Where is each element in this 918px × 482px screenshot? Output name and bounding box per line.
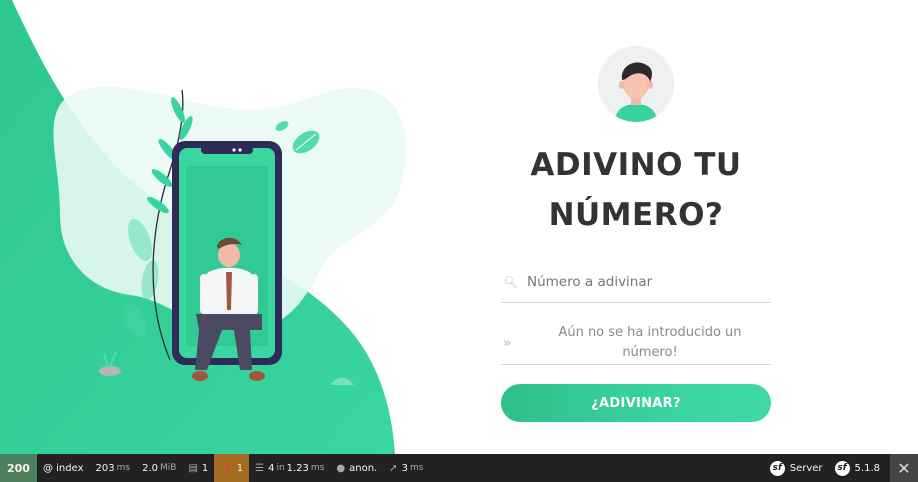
version-item[interactable]: sf 5.1.8 <box>829 454 886 482</box>
server-item[interactable]: sf Server <box>764 454 829 482</box>
close-icon[interactable]: ✕ <box>890 454 918 482</box>
memory-item[interactable]: 2.0 MiB <box>136 454 182 482</box>
guess-button[interactable]: ¿ADIVINAR? <box>501 384 771 422</box>
version-label: 5.1.8 <box>854 462 880 474</box>
time-value: 203 <box>95 462 115 474</box>
route-item[interactable]: @ index <box>37 454 90 482</box>
ajax-item[interactable]: ➚ 3 ms <box>383 454 429 482</box>
page-title: ADIVINO TU NÚMERO? <box>530 147 742 233</box>
debug-toolbar: 200 @ index 203 ms 2.0 MiB ▤ 1 ❗ 1 ☰ 4 i… <box>0 454 918 482</box>
route-label: @ index <box>42 462 84 474</box>
search-icon: 🔍︎ <box>503 275 519 289</box>
memory-unit: MiB <box>159 463 177 473</box>
user-item[interactable]: ● anon. <box>330 454 383 482</box>
login-page: ADIVINO TU NÚMERO? 🔍︎ » Aún no se ha int… <box>0 0 918 454</box>
server-label: Server <box>789 462 823 474</box>
logs-count: 1 <box>201 462 209 474</box>
memory-value: 2.0 <box>142 462 158 474</box>
logs-item[interactable]: ▤ 1 <box>182 454 214 482</box>
time-item[interactable]: 203 ms <box>90 454 137 482</box>
ajax-value: 3 <box>401 462 408 474</box>
twig-value: 4 <box>268 462 275 474</box>
twig-time: 1.23 <box>286 462 309 474</box>
avatar <box>598 46 674 122</box>
user-avatar-icon <box>598 46 674 122</box>
ajax-unit: ms <box>410 463 424 473</box>
warnings-count: 1 <box>236 462 244 474</box>
number-input[interactable] <box>527 271 767 293</box>
clipboard-icon: ▤ <box>188 462 198 474</box>
symfony-icon: sf <box>769 460 785 476</box>
double-chevron-right-icon: » <box>503 336 512 351</box>
twig-item[interactable]: ☰ 4 in 1.23 ms <box>249 454 330 482</box>
user-icon: ● <box>336 462 346 474</box>
user-label: anon. <box>349 462 378 474</box>
phone-illustration <box>0 0 407 454</box>
result-field: » Aún no se ha introducido un número! <box>501 318 771 365</box>
time-unit: ms <box>116 463 131 473</box>
layers-icon: ☰ <box>255 462 265 474</box>
pointer-icon: ➚ <box>389 462 398 474</box>
twig-unit: ms <box>310 463 325 473</box>
result-text: Aún no se ha introducido un número! <box>558 325 742 360</box>
exclamation-icon: ❗ <box>220 462 233 474</box>
symfony-version-icon: sf <box>834 460 850 476</box>
warnings-item[interactable]: ❗ 1 <box>214 454 250 482</box>
number-field: 🔍︎ <box>501 262 771 303</box>
status-code-badge[interactable]: 200 <box>0 454 37 482</box>
twig-in: in <box>276 463 285 473</box>
